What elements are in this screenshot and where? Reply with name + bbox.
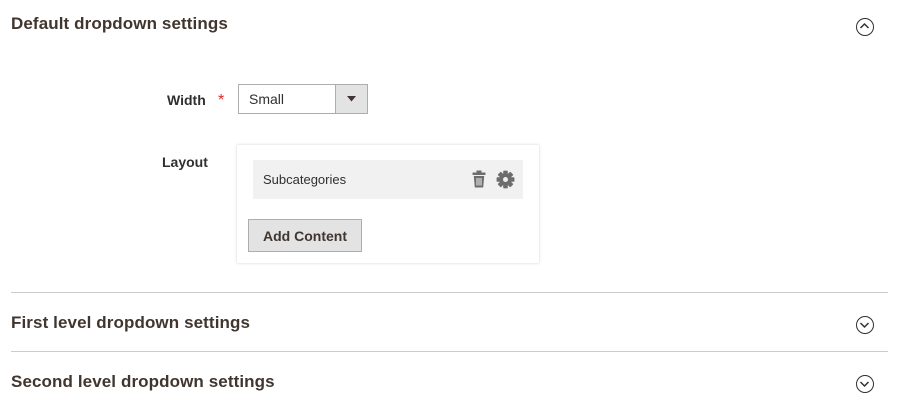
- layout-item-label: Subcategories: [263, 172, 347, 187]
- select-arrow[interactable]: [335, 85, 367, 113]
- collapse-toggle-icon[interactable]: [856, 18, 874, 36]
- width-select-value: Small: [249, 91, 285, 107]
- required-star: *: [218, 92, 225, 109]
- expand-toggle-icon[interactable]: [856, 375, 874, 393]
- trash-icon[interactable]: [472, 170, 486, 193]
- section-default-dropdown-title[interactable]: Default dropdown settings: [11, 14, 228, 34]
- section-second-level-title[interactable]: Second level dropdown settings: [11, 372, 275, 392]
- layout-item-subcategories[interactable]: Subcategories: [253, 160, 523, 199]
- section-first-level-title[interactable]: First level dropdown settings: [11, 313, 250, 333]
- chevron-down-icon: [347, 96, 356, 102]
- add-content-button[interactable]: Add Content: [248, 219, 362, 252]
- divider: [11, 292, 888, 293]
- layout-label: Layout: [162, 154, 208, 170]
- expand-toggle-icon[interactable]: [856, 316, 874, 334]
- divider: [11, 351, 888, 352]
- width-label: Width: [167, 92, 206, 108]
- gear-icon[interactable]: [496, 170, 515, 194]
- width-select[interactable]: Small: [238, 84, 368, 114]
- layout-box: Subcategories Add Content: [237, 145, 539, 263]
